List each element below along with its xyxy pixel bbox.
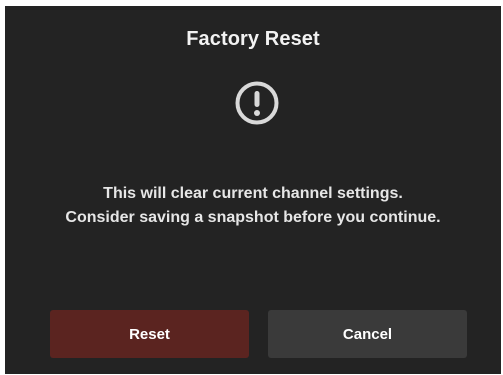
dialog-message: This will clear current channel settings… <box>5 182 501 230</box>
factory-reset-dialog: Factory Reset This will clear current ch… <box>5 6 501 374</box>
dialog-title: Factory Reset <box>186 28 320 50</box>
exclamation-circle-icon <box>235 81 279 125</box>
message-line-2: Consider saving a snapshot before you co… <box>65 209 441 226</box>
cancel-button[interactable]: Cancel <box>268 310 467 358</box>
message-line-1: This will clear current channel settings… <box>103 185 403 202</box>
reset-button[interactable]: Reset <box>50 310 249 358</box>
reset-button-label: Reset <box>129 325 170 343</box>
cancel-button-label: Cancel <box>342 325 393 343</box>
